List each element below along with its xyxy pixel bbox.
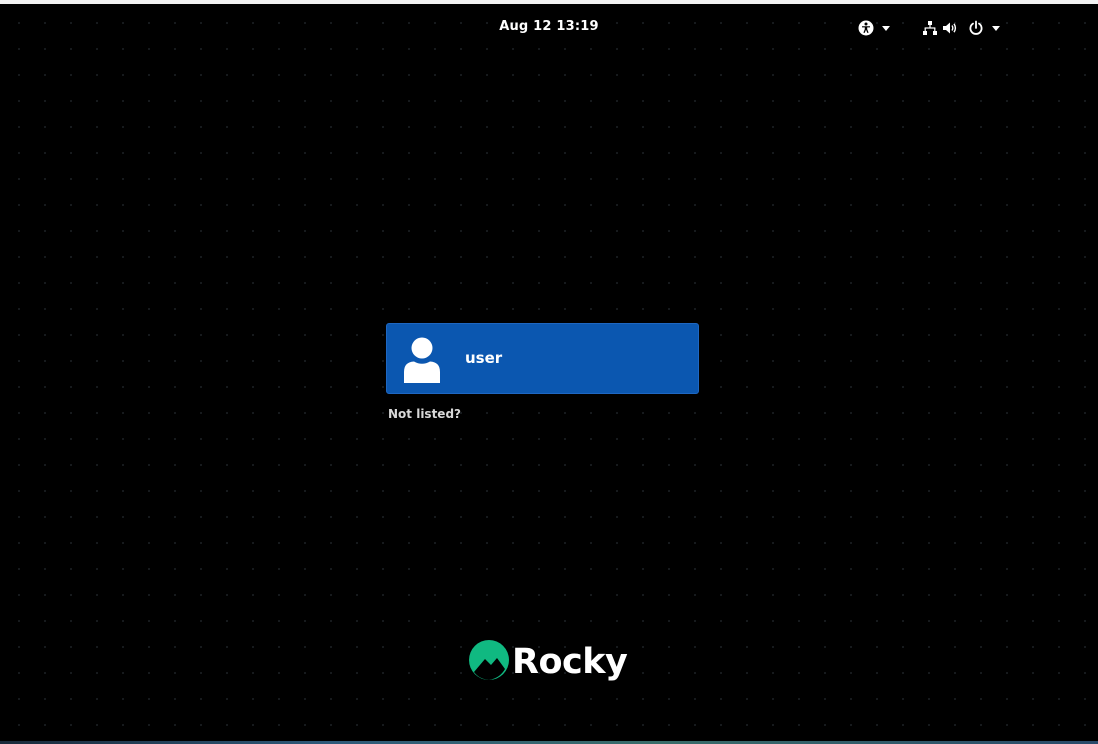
accessibility-menu-button[interactable] [858, 18, 890, 38]
accessibility-icon [858, 20, 874, 36]
chevron-down-icon [992, 25, 1000, 31]
chevron-down-icon [882, 25, 890, 31]
rocky-logo-text: Rocky [512, 642, 628, 682]
volume-icon [942, 20, 958, 36]
rocky-logo: Rocky [468, 637, 628, 687]
login-screen: Aug 12 13:19 user Not listed? Rocky [0, 0, 1098, 744]
user-name-label: user [465, 349, 503, 367]
power-icon [968, 20, 984, 36]
not-listed-button[interactable]: Not listed? [388, 407, 461, 421]
system-menu-button[interactable] [922, 18, 1000, 38]
top-bar: Aug 12 13:19 [0, 4, 1098, 52]
user-list-item[interactable]: user [386, 323, 699, 394]
rocky-logo-icon [468, 639, 510, 685]
network-wired-icon [922, 20, 938, 36]
user-avatar-icon [402, 335, 442, 385]
user-list: user Not listed? [386, 323, 699, 422]
